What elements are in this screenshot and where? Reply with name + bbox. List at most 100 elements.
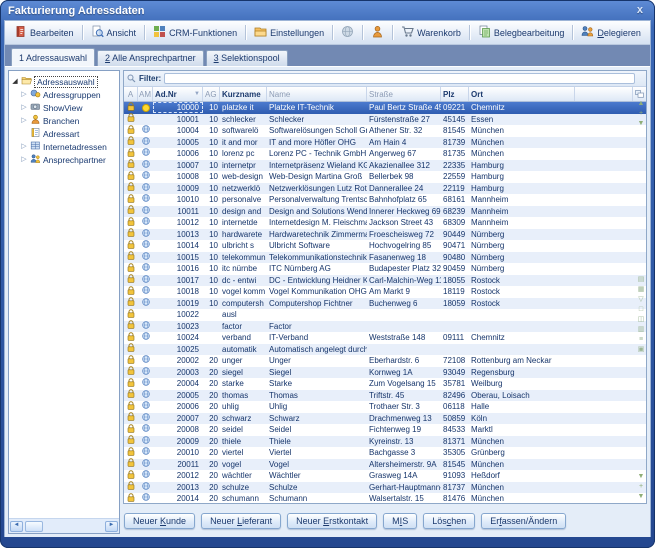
grid-tools-middle[interactable]: ▤▦▽□◫▥≡▣ (638, 275, 645, 355)
grid-tool-icon[interactable]: ▤ (638, 275, 645, 285)
grid-tool-icon[interactable]: ◫ (638, 315, 645, 325)
table-row[interactable]: 1000510it and morIT and more Höfler OHGA… (124, 137, 646, 149)
table-row[interactable]: 1001410ulbricht sUlbricht SoftwareHochvo… (124, 240, 646, 252)
table-row[interactable]: 1001310hardwareteHardwaretechnik Zimmerm… (124, 229, 646, 241)
table-row[interactable]: 2000220ungerUngerEberhardstr. 672108Rott… (124, 355, 646, 367)
table-row[interactable]: 2000520thomasThomasTriftstr. 4582496Ober… (124, 390, 646, 402)
table-row[interactable]: 2001120vogelVogelAltersheimerstr. 9A8154… (124, 459, 646, 471)
collapse-icon[interactable]: ◢ (11, 78, 19, 86)
table-row[interactable]: 2000420starkeStarkeZum Vogelsang 1535781… (124, 378, 646, 390)
scroll-tools-bottom[interactable]: ▼+▼ (638, 472, 645, 502)
grid-tool-icon[interactable]: + (639, 109, 643, 119)
table-row[interactable]: 2000820seidelSeidelFichtenweg 1984533Mar… (124, 424, 646, 436)
tab-alle-ansprechpartner[interactable]: 2 Alle Ansprechpartner (97, 50, 204, 66)
table-row[interactable]: 1001810vogel kommVogel Kommunikation OHG… (124, 286, 646, 298)
neuer-lieferant-button[interactable]: Neuer Lieferant (201, 513, 281, 529)
table-row[interactable]: 1001910computershComputershop FichtnerBu… (124, 298, 646, 310)
table-row[interactable]: 2000920thieleThieleKyreinstr. 1381371Mün… (124, 436, 646, 448)
expand-icon[interactable]: ▷ (20, 143, 28, 151)
grid-tool-icon[interactable]: ≡ (639, 335, 643, 345)
scrollbar-thumb[interactable] (25, 521, 43, 532)
table-row[interactable]: 1000110schleckerSchleckerFürstenstraße 2… (124, 114, 646, 126)
table-row[interactable]: 1000710internetprInternetpräsenz Wieland… (124, 160, 646, 172)
table-row[interactable]: 1001010personalvePersonalverwaltung Tren… (124, 194, 646, 206)
table-row[interactable]: 2001420schumannSchumannWalsertalstr. 158… (124, 493, 646, 503)
tree-horizontal-scrollbar[interactable]: ◄ ► (9, 518, 119, 533)
belegbearbeitung-button[interactable]: Belegbearbeitung (473, 23, 570, 42)
tree-item-branchen[interactable]: ▷ Branchen (20, 114, 117, 127)
grid-tool-icon[interactable]: ▼ (638, 472, 645, 482)
table-row[interactable]: 1001510telekommunTelekommunikationstechn… (124, 252, 646, 264)
column-header-ag[interactable]: AG (203, 87, 220, 101)
table-row[interactable]: 1001210internetdeInternetdesign M. Fleis… (124, 217, 646, 229)
internet-marker-icon (138, 459, 153, 470)
column-header-adnr[interactable]: Ad.Nr▼ (153, 87, 203, 101)
bearbeiten-button[interactable]: Bearbeiten (9, 23, 79, 42)
table-row[interactable]: 1000910netzwerklöNetzwerklösungen Lutz R… (124, 183, 646, 195)
table-row[interactable]: 10023factorFactor (124, 321, 646, 333)
table-row[interactable]: 2000320siegelSiegelKornweg 1A93049Regens… (124, 367, 646, 379)
column-header-plz[interactable]: Plz (441, 87, 469, 101)
scroll-tools-top[interactable]: ▲+▼ (638, 99, 645, 129)
close-icon[interactable]: x (634, 5, 646, 16)
warenkorb-button[interactable]: Warenkorb (396, 23, 466, 42)
scroll-right-icon[interactable]: ► (105, 521, 118, 532)
neuer-erstkontakt-button[interactable]: Neuer Erstkontakt (287, 513, 377, 529)
tree-item-adressart[interactable]: Adressart (20, 127, 117, 140)
grid-tool-icon[interactable]: + (639, 482, 643, 492)
ansicht-button[interactable]: Ansicht (86, 23, 142, 42)
table-row[interactable]: 1001610itc nürnbeITC Nürnberg AGBudapest… (124, 263, 646, 275)
grid-tool-icon[interactable]: ▽ (638, 295, 643, 305)
einstellungen-button[interactable]: Einstellungen (249, 23, 329, 42)
table-row[interactable]: 1001110design andDesign and Solutions We… (124, 206, 646, 218)
loeschen-button[interactable]: Löschen (423, 513, 475, 529)
lock-icon (124, 447, 138, 459)
tree-root-adressauswahl[interactable]: ◢ Adressauswahl (11, 75, 117, 88)
table-row[interactable]: 2001020viertelViertelBachgasse 335305Grü… (124, 447, 646, 459)
scroll-left-icon[interactable]: ◄ (10, 521, 23, 532)
delegieren-button[interactable]: Delegieren (576, 23, 646, 42)
table-row[interactable]: 1000610lorenz pcLorenz PC - Technik GmbH… (124, 148, 646, 160)
grid-tool-icon[interactable]: ▦ (638, 285, 645, 295)
mis-button[interactable]: MIS (383, 513, 417, 529)
table-row[interactable]: 2000620uhligUhligTrothaer Str. 306118Hal… (124, 401, 646, 413)
table-row[interactable]: 10025automatikAutomatisch angelegt durch… (124, 344, 646, 356)
table-row[interactable]: 10022ausl (124, 309, 646, 321)
expand-icon[interactable]: ▷ (20, 91, 28, 99)
tab-adressauswahl[interactable]: 1 Adressauswahl (11, 48, 95, 66)
expand-icon[interactable]: ▷ (20, 156, 28, 164)
table-row[interactable]: 2001220wächtlerWächtlerGrasweg 14A91093H… (124, 470, 646, 482)
column-header-name[interactable]: Name (267, 87, 367, 101)
erfassen-aendern-button[interactable]: Erfassen/Ändern (481, 513, 566, 529)
tree-item-ansprechpartner[interactable]: ▷ Ansprechpartner (20, 153, 117, 166)
neuer-kunde-button[interactable]: Neuer Kunde (124, 513, 195, 529)
column-header-lock[interactable]: A (124, 87, 138, 101)
grid-tool-icon[interactable]: ▥ (638, 325, 645, 335)
grid-tool-icon[interactable]: □ (639, 305, 643, 315)
table-row[interactable]: 1001710dc - entwiDC - Entwicklung Heidne… (124, 275, 646, 287)
crm-funktionen-button[interactable]: CRM-Funktionen (148, 23, 242, 42)
table-row[interactable]: 1000810web-designWeb-Design Martina Groß… (124, 171, 646, 183)
table-row[interactable]: 2001320schulzeSchulzeGerhart-Hauptmann-R… (124, 482, 646, 494)
grid-tool-icon[interactable]: ▼ (638, 119, 645, 129)
tree-item-adressgruppen[interactable]: ▷ Adressgruppen (20, 88, 117, 101)
column-header-ort[interactable]: Ort (469, 87, 575, 101)
table-row[interactable]: 1000010platzke itPlatzke IT-TechnikPaul … (124, 102, 646, 114)
column-header-kurzname[interactable]: Kurzname (220, 87, 267, 101)
column-header-am[interactable]: AM (138, 87, 153, 101)
table-row[interactable]: 10024verbandIT-VerbandWeststraße 1480911… (124, 332, 646, 344)
table-row[interactable]: 1000410softwarelöSoftwarelösungen Scholl… (124, 125, 646, 137)
globe-tool-button[interactable] (336, 23, 359, 42)
expand-icon[interactable]: ▷ (20, 117, 28, 125)
grid-tool-icon[interactable]: ▲ (638, 99, 645, 109)
tree-item-internetadressen[interactable]: ▷ Internetadressen (20, 140, 117, 153)
tab-selektionspool[interactable]: 3 Selektionspool (206, 50, 288, 66)
column-header-strasse[interactable]: Straße (367, 87, 441, 101)
benutzer-button[interactable] (366, 23, 389, 42)
tree-item-showview[interactable]: ▷ ShowView (20, 101, 117, 114)
table-row[interactable]: 2000720schwarzSchwarzDrachmenweg 1350859… (124, 413, 646, 425)
expand-icon[interactable]: ▷ (20, 104, 28, 112)
grid-tool-icon[interactable]: ▣ (638, 345, 645, 355)
grid-tool-icon[interactable]: ▼ (638, 492, 645, 502)
filter-input[interactable] (164, 73, 635, 84)
